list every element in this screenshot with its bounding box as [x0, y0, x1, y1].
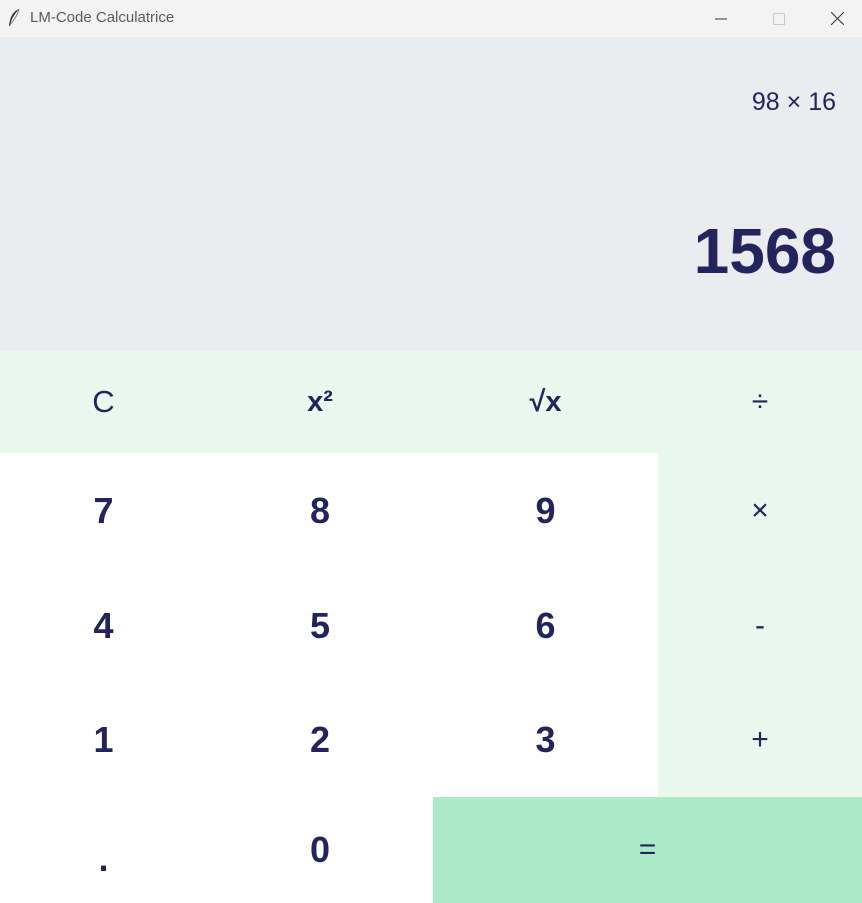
window-title: LM-Code Calculatrice [30, 9, 175, 26]
maximize-icon [773, 12, 785, 25]
digit-3-button[interactable]: 3 [433, 683, 658, 797]
minimize-icon [715, 18, 727, 19]
subtract-button[interactable]: - [658, 568, 862, 683]
multiply-button[interactable]: × [658, 453, 862, 568]
maximize-button[interactable] [750, 0, 808, 37]
digit-5-button[interactable]: 5 [207, 568, 433, 683]
decimal-button[interactable]: . [0, 797, 207, 903]
digit-8-button[interactable]: 8 [207, 453, 433, 568]
digit-2-button[interactable]: 2 [207, 683, 433, 797]
minimize-button[interactable] [692, 0, 750, 37]
calculator-display: 98 × 16 1568 [0, 37, 862, 351]
title-bar[interactable]: LM-Code Calculatrice [0, 0, 862, 37]
expression-label: 98 × 16 [751, 88, 836, 116]
digit-6-button[interactable]: 6 [433, 568, 658, 683]
square-button[interactable]: x² [207, 351, 433, 453]
digit-9-button[interactable]: 9 [433, 453, 658, 568]
add-button[interactable]: + [658, 683, 862, 797]
digit-7-button[interactable]: 7 [0, 453, 207, 568]
close-icon [830, 12, 844, 25]
calculator-window: LM-Code Calculatrice 98 × 16 1568 C x² √… [0, 0, 862, 903]
clear-button[interactable]: C [0, 351, 207, 453]
close-button[interactable] [808, 0, 862, 37]
digit-0-button[interactable]: 0 [207, 797, 433, 903]
equals-button[interactable]: = [433, 797, 862, 903]
divide-button[interactable]: ÷ [658, 351, 862, 453]
result-label: 1568 [693, 215, 836, 287]
sqrt-button[interactable]: √x [433, 351, 658, 453]
digit-4-button[interactable]: 4 [0, 568, 207, 683]
digit-1-button[interactable]: 1 [0, 683, 207, 797]
feather-icon [9, 8, 20, 26]
